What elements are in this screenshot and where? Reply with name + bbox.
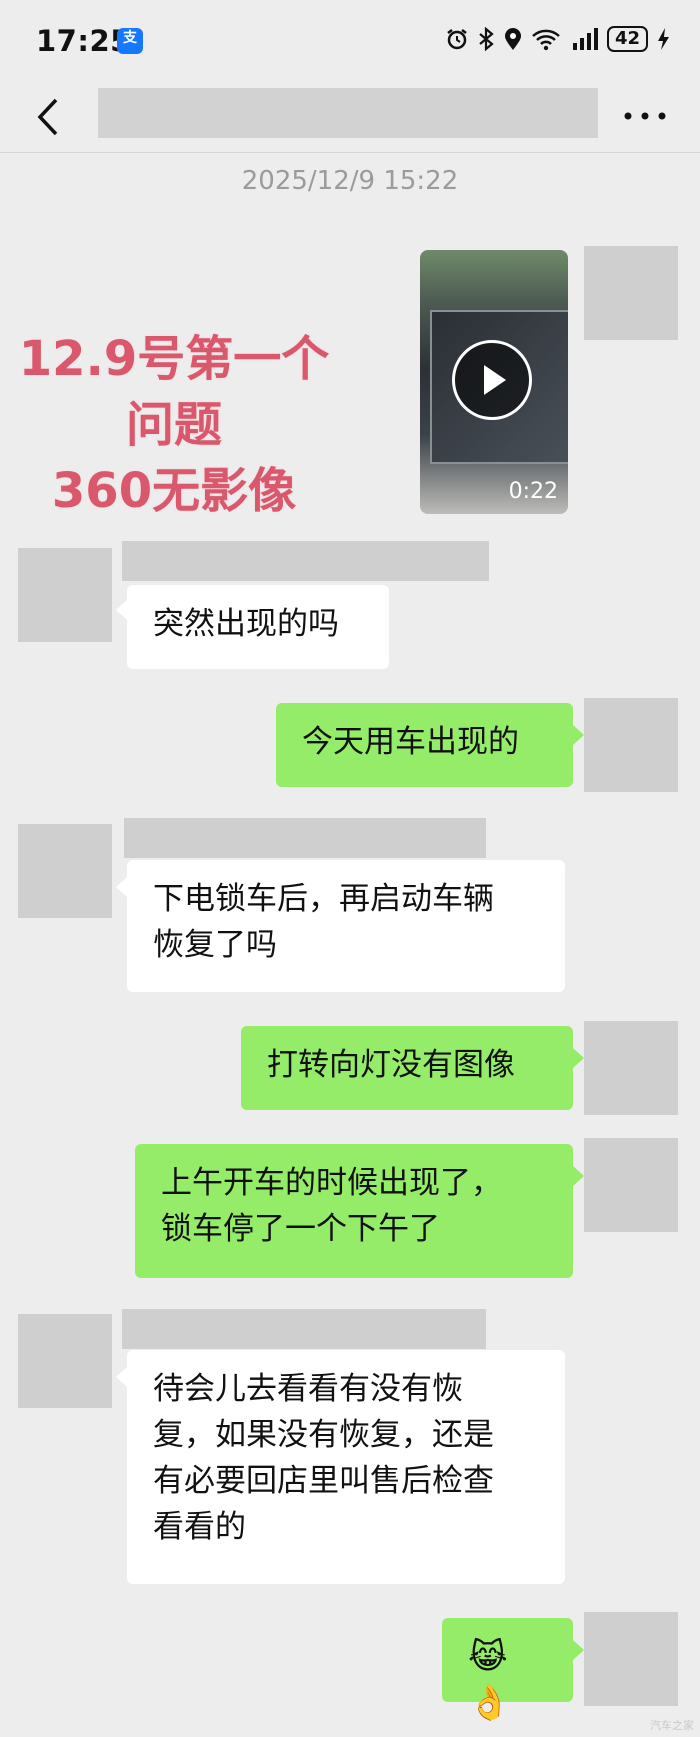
wifi-icon	[532, 29, 560, 51]
message-text: 下电锁车后，再启动车辆	[153, 881, 494, 917]
annotation-line: 问题	[125, 397, 222, 453]
bubble-tail	[116, 1367, 127, 1387]
message-bubble-outgoing[interactable]: 今天用车出现的	[276, 703, 573, 787]
sender-name-redacted	[124, 818, 486, 858]
chat-title-redacted	[98, 88, 598, 138]
message-text: 突然出现的吗	[153, 606, 339, 642]
bubble-tail	[116, 877, 127, 897]
bluetooth-icon	[479, 27, 494, 51]
signal-icon	[572, 28, 598, 50]
chat-header	[0, 84, 700, 153]
message-text: 看看的	[153, 1509, 246, 1545]
bubble-tail	[573, 1640, 584, 1660]
message-text: 上午开车的时候出现了，	[161, 1165, 502, 1201]
video-message[interactable]: 0:22	[420, 250, 568, 514]
bubble-tail	[573, 1048, 584, 1068]
charging-icon	[658, 28, 669, 50]
annotation-line: 360无影像	[51, 463, 297, 519]
play-icon	[484, 365, 506, 395]
annotation-line: 12.9号第一个	[18, 331, 330, 387]
message-bubble-outgoing[interactable]: 打转向灯没有图像	[241, 1026, 573, 1110]
message-text: 今天用车出现的	[302, 724, 519, 760]
location-icon	[504, 28, 521, 50]
bubble-tail	[573, 1166, 584, 1186]
message-bubble-incoming[interactable]: 突然出现的吗	[127, 585, 389, 669]
bubble-tail	[573, 725, 584, 745]
play-button[interactable]	[452, 340, 532, 420]
self-avatar[interactable]	[584, 1612, 678, 1706]
message-text: 恢复了吗	[153, 927, 277, 963]
status-icons: 42	[445, 26, 670, 52]
message-text: 锁车停了一个下午了	[161, 1211, 440, 1247]
self-avatar[interactable]	[584, 1138, 678, 1232]
emoji-message: 😹👌	[468, 1637, 511, 1723]
message-text: 复，如果没有恢复，还是	[153, 1417, 494, 1453]
annotation-overlay: 12.9号第一个 问题 360无影像	[14, 326, 334, 524]
message-text: 打转向灯没有图像	[267, 1047, 515, 1083]
contact-avatar[interactable]	[18, 824, 112, 918]
alipay-icon: 支	[117, 28, 143, 54]
message-bubble-outgoing[interactable]: 上午开车的时候出现了， 锁车停了一个下午了	[135, 1144, 573, 1278]
message-bubble-incoming[interactable]: 下电锁车后，再启动车辆 恢复了吗	[127, 860, 565, 992]
sender-name-redacted	[122, 541, 489, 581]
message-text: 有必要回店里叫售后检查	[153, 1463, 494, 1499]
message-text: 待会儿去看看有没有恢	[153, 1371, 463, 1407]
bubble-tail	[116, 600, 127, 620]
message-bubble-outgoing[interactable]: 😹👌	[442, 1618, 573, 1723]
more-options-icon[interactable]	[620, 104, 670, 128]
status-bar: 17:25 支 42	[0, 0, 700, 84]
video-duration: 0:22	[508, 479, 558, 504]
alarm-icon	[447, 29, 467, 50]
self-avatar[interactable]	[584, 1021, 678, 1115]
back-icon[interactable]	[30, 92, 66, 142]
message-bubble-incoming[interactable]: 待会儿去看看有没有恢 复，如果没有恢复，还是 有必要回店里叫售后检查 看看的	[127, 1350, 565, 1584]
battery-indicator: 42	[606, 26, 648, 52]
self-avatar[interactable]	[584, 246, 678, 340]
sender-name-redacted	[122, 1309, 486, 1349]
contact-avatar[interactable]	[18, 1314, 112, 1408]
watermark: 汽车之家	[650, 1719, 694, 1732]
message-timestamp: 2025/12/9 15:22	[241, 166, 459, 196]
self-avatar[interactable]	[584, 698, 678, 792]
contact-avatar[interactable]	[18, 548, 112, 642]
